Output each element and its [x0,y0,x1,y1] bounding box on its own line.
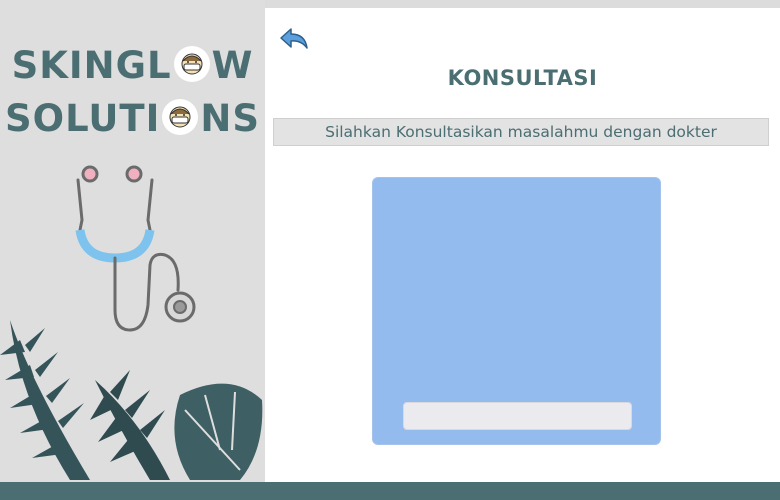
chat-input[interactable] [403,402,632,430]
leaves-decoration [0,320,263,480]
subtitle: Silahkan Konsultasikan masalahmu dengan … [273,118,769,146]
footer-bar [0,482,780,500]
face-mask-icon [173,46,210,82]
sidebar: SKINGL W SOLUTI NS [0,0,265,500]
brand-line-1: SKINGL W [0,46,265,84]
brand-text-2-end: NS [200,97,261,140]
brand-text-2: SOLUTI [4,97,161,140]
chat-panel [372,177,661,445]
brand-text-1-end: W [211,44,254,87]
consultation-panel: KONSULTASI Silahkan Konsultasikan masala… [265,8,780,482]
brand-line-2: SOLUTI NS [0,99,265,137]
face-mask-icon [162,99,199,135]
back-arrow-icon[interactable] [277,26,311,54]
page-title: KONSULTASI [447,66,598,90]
brand-text-1: SKINGL [11,44,172,87]
